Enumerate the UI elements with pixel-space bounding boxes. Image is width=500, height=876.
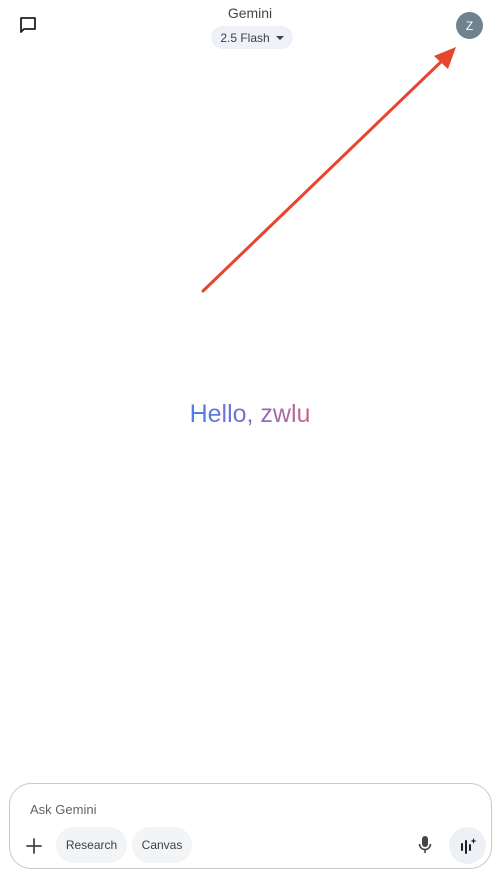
annotation-arrow xyxy=(201,47,456,293)
model-selector-label: 2.5 Flash xyxy=(220,30,270,45)
microphone-icon[interactable] xyxy=(413,833,437,857)
prompt-composer: Research Canvas xyxy=(9,783,492,869)
audio-waveform-sparkle-icon[interactable] xyxy=(449,827,486,864)
gemini-app: Gemini 2.5 Flash Z Hello, zwlu Research … xyxy=(0,0,500,876)
greeting-label: Hello, zwlu xyxy=(189,400,311,428)
account-avatar[interactable]: Z xyxy=(456,12,483,39)
greeting-text: Hello, zwlu xyxy=(0,398,500,430)
research-chip[interactable]: Research xyxy=(56,827,127,863)
model-selector-button[interactable]: 2.5 Flash xyxy=(211,26,293,49)
caret-down-icon xyxy=(275,35,284,40)
canvas-chip-label: Canvas xyxy=(141,838,183,852)
app-title: Gemini xyxy=(227,5,273,21)
plus-icon[interactable] xyxy=(22,834,46,858)
research-chip-label: Research xyxy=(65,838,118,852)
canvas-chip[interactable]: Canvas xyxy=(132,827,192,863)
ask-gemini-input[interactable] xyxy=(28,797,432,821)
avatar-initial: Z xyxy=(465,18,474,33)
